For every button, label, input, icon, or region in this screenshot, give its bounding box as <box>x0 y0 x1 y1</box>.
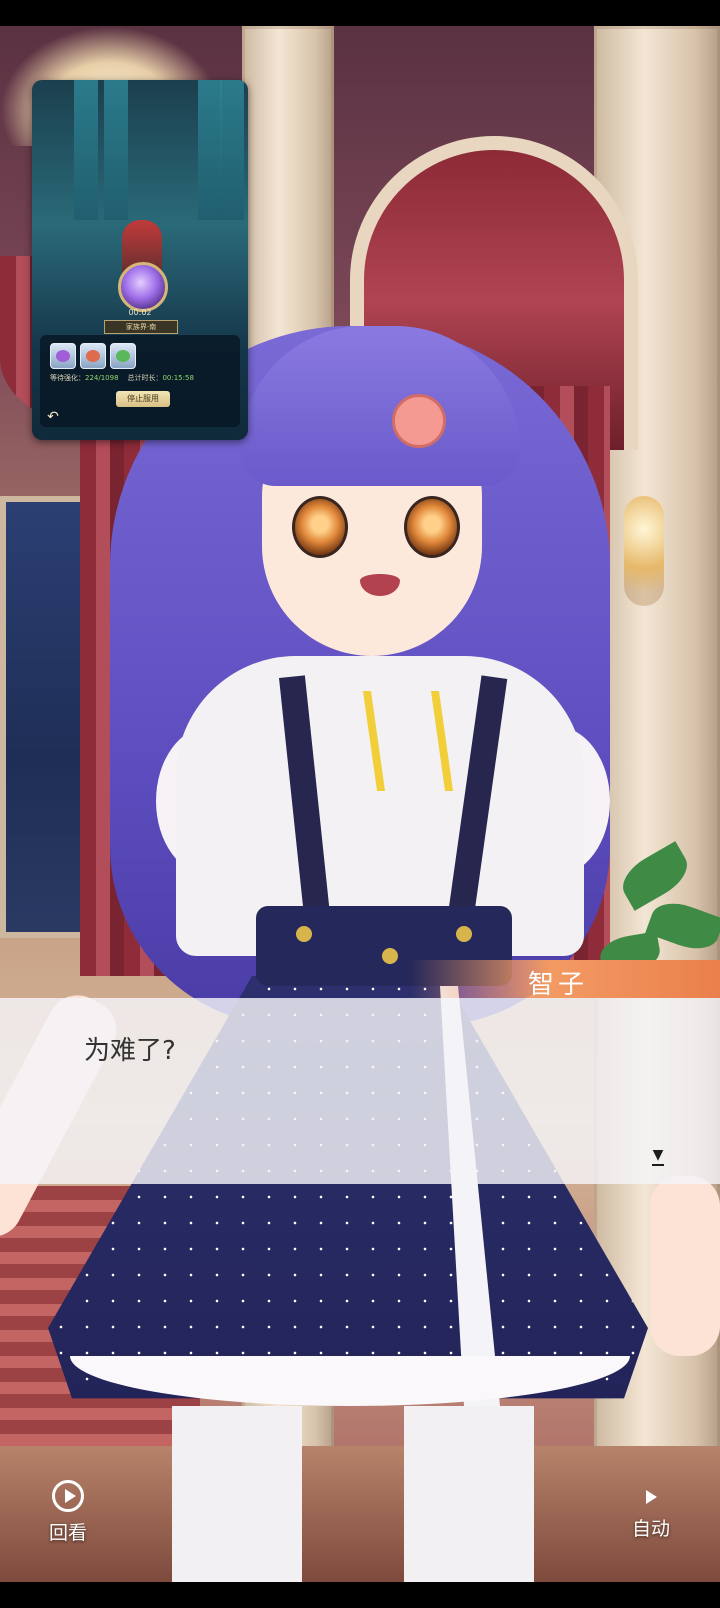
mini-location-plaque: 家族界·南 <box>104 320 178 334</box>
dialogue-text: 为难了? <box>84 1036 176 1066</box>
character-eye <box>404 496 460 558</box>
total-label: 总计时长： <box>127 374 163 382</box>
background-floor <box>0 1446 720 1582</box>
next-arrow-icon[interactable]: ▼ <box>650 1148 666 1168</box>
mini-orb-icon <box>118 262 168 312</box>
character-arm <box>650 1176 720 1356</box>
mini-timer: 00:02 <box>128 308 152 317</box>
character-button <box>296 926 312 942</box>
stop-using-button[interactable]: 停止服用 <box>116 391 170 407</box>
green-gem-icon <box>116 350 130 362</box>
replay-button[interactable]: 回看 <box>33 1480 103 1560</box>
character-button <box>382 948 398 964</box>
wait-value: 224/1098 <box>85 374 119 382</box>
mini-item-slot[interactable] <box>80 343 106 369</box>
mini-game-panel[interactable]: 00:02 家族界·南 等待强化：224/1098 总计时长：00:15:58 … <box>32 80 248 440</box>
character-leg <box>172 1406 302 1582</box>
wall-lamp <box>624 496 664 606</box>
auto-button[interactable]: 自动 <box>616 1480 686 1560</box>
bottom-bar <box>0 1582 720 1608</box>
replay-icon <box>52 1480 84 1512</box>
replay-label: 回看 <box>48 1522 87 1544</box>
play-icon <box>645 1490 657 1504</box>
total-value: 00:15:58 <box>162 374 194 382</box>
purple-gem-icon <box>56 350 70 362</box>
red-gem-icon <box>86 350 100 362</box>
character-leg <box>404 1406 534 1582</box>
character-ribbon <box>362 691 454 791</box>
character-eye <box>292 496 348 558</box>
status-bar <box>0 0 720 26</box>
back-arrow-icon[interactable]: ↶ <box>44 408 62 426</box>
auto-label: 自动 <box>631 1518 670 1540</box>
wait-label: 等待强化： <box>50 374 85 382</box>
speaker-name: 智子 <box>528 970 589 1000</box>
character-hairclip <box>392 394 446 448</box>
mini-banner <box>198 80 222 220</box>
mini-item-slot[interactable] <box>110 343 136 369</box>
mini-item-tray: 等待强化：224/1098 总计时长：00:15:58 停止服用 <box>40 335 240 427</box>
dialogue-box[interactable] <box>0 998 720 1184</box>
mini-banner <box>220 80 244 220</box>
mini-stats: 等待强化：224/1098 总计时长：00:15:58 <box>50 373 240 383</box>
mini-banner <box>104 80 128 220</box>
speaker-name-tag: 智子 <box>410 960 720 1000</box>
character-button <box>456 926 472 942</box>
mini-item-slot[interactable] <box>50 343 76 369</box>
mini-banner <box>74 80 98 220</box>
